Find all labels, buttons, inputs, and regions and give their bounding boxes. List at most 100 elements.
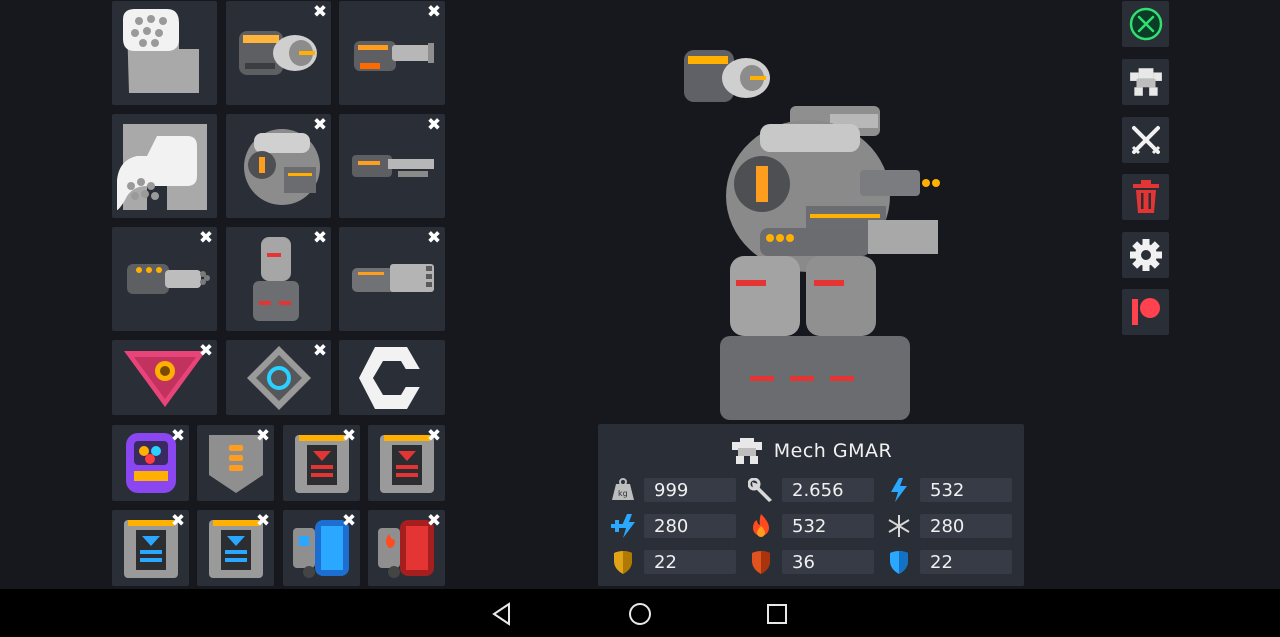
stat-heat-armor: 36	[746, 549, 874, 575]
heat-module-slot[interactable]: ✖	[368, 510, 445, 586]
mech-icon	[731, 438, 762, 464]
back-button[interactable]	[487, 599, 517, 629]
long-cannon-icon	[352, 155, 434, 177]
svg-text:kg: kg	[618, 489, 628, 498]
remove-item-button[interactable]: ✖	[169, 427, 187, 445]
remove-item-button[interactable]: ✖	[311, 116, 329, 134]
home-button[interactable]	[625, 599, 655, 629]
heavy-gun-icon	[354, 41, 434, 71]
patreon-icon	[1131, 298, 1160, 325]
gatling-slot[interactable]: ✖	[112, 227, 217, 331]
wrench-icon	[746, 477, 776, 503]
energy-icon	[884, 477, 914, 503]
stat-energy: 532	[884, 477, 1012, 503]
stat-physical-armor: 22	[608, 549, 736, 575]
mech-title: Mech GMAR	[598, 436, 1024, 466]
crossed-swords-icon	[1131, 126, 1160, 155]
home-circle-icon	[629, 603, 651, 625]
blue-armor-slot[interactable]: ✖	[197, 510, 274, 586]
heavy-gun-slot[interactable]: ✖	[339, 1, 445, 105]
left-arm-slot[interactable]	[112, 1, 217, 105]
recents-button[interactable]	[762, 599, 792, 629]
stat-weight: kg 999	[608, 477, 736, 503]
stat-freeze: 280	[884, 513, 1012, 539]
freeze-icon	[884, 513, 914, 539]
rotary-cannon-slot[interactable]: ✖	[226, 1, 331, 105]
energy-module-slot[interactable]: ✖	[283, 510, 360, 586]
right-arm-slot[interactable]	[112, 114, 217, 218]
stat-value: 999	[654, 480, 689, 501]
trash-icon	[1132, 180, 1159, 213]
remove-item-button[interactable]: ✖	[169, 512, 187, 530]
weapon-silhouette-icon	[116, 124, 207, 210]
weapons-button[interactable]	[1122, 117, 1169, 163]
mech-stats-panel: Mech GMAR kg 999 2.656 532 280 532 280 2…	[598, 424, 1024, 586]
long-cannon-slot[interactable]: ✖	[339, 114, 445, 218]
stat-energy-armor: 22	[884, 549, 1012, 575]
red-armor-slot[interactable]: ✖	[368, 425, 445, 501]
battery-slot[interactable]: ✖	[112, 425, 189, 501]
gear-icon	[1129, 239, 1162, 271]
stat-energy-regen: 280	[608, 513, 736, 539]
energy-regen-icon	[608, 513, 638, 539]
remove-item-button[interactable]: ✖	[425, 229, 443, 247]
blue-armor-slot[interactable]: ✖	[112, 510, 189, 586]
rocket-pod-icon	[352, 264, 434, 292]
hexagon-slot-icon	[359, 346, 427, 409]
armor-red-shield-icon	[746, 549, 776, 575]
weapon-silhouette-icon	[122, 9, 199, 93]
teleport-icon	[246, 345, 311, 410]
mech-select-button[interactable]	[1122, 59, 1169, 105]
armored-torso-icon	[243, 129, 320, 205]
grey-armor-slot[interactable]: ✖	[197, 425, 274, 501]
remove-item-button[interactable]: ✖	[340, 427, 358, 445]
legs-slot[interactable]: ✖	[226, 227, 331, 331]
remove-item-button[interactable]: ✖	[254, 427, 272, 445]
armor-blue-shield-icon	[884, 549, 914, 575]
stat-heat: 532	[746, 513, 874, 539]
back-triangle-icon	[492, 602, 510, 626]
stat-value: 2.656	[792, 480, 844, 501]
remove-item-button[interactable]: ✖	[311, 229, 329, 247]
battle-icon	[1129, 7, 1162, 41]
gatling-icon	[126, 264, 210, 294]
stat-value: 532	[930, 480, 965, 501]
remove-item-button[interactable]: ✖	[254, 512, 272, 530]
remove-item-button[interactable]: ✖	[425, 116, 443, 134]
remove-item-button[interactable]: ✖	[425, 3, 443, 21]
remove-item-button[interactable]: ✖	[425, 512, 443, 530]
remove-item-button[interactable]: ✖	[197, 229, 215, 247]
specials-slot[interactable]	[339, 340, 445, 415]
remove-item-button[interactable]: ✖	[311, 3, 329, 21]
stat-value: 36	[792, 552, 815, 573]
stat-value: 22	[654, 552, 677, 573]
mech-preview	[680, 36, 950, 420]
remove-item-button[interactable]: ✖	[340, 512, 358, 530]
rotary-cannon-icon	[238, 31, 317, 75]
weight-icon: kg	[608, 477, 638, 503]
mech-name: Mech GMAR	[773, 440, 893, 462]
fire-icon	[746, 513, 776, 539]
torso-slot[interactable]: ✖	[226, 114, 331, 218]
rocket-pod-slot[interactable]: ✖	[339, 227, 445, 331]
drone-slot[interactable]: ✖	[112, 340, 217, 415]
stat-value: 280	[654, 516, 689, 537]
mech-legs-icon	[252, 237, 299, 321]
remove-item-button[interactable]: ✖	[311, 342, 329, 360]
system-nav-bar	[0, 589, 1280, 637]
stat-complexity: 2.656	[746, 477, 874, 503]
stat-value: 532	[792, 516, 827, 537]
settings-button[interactable]	[1122, 232, 1169, 278]
delete-button[interactable]	[1122, 174, 1169, 220]
drone-icon	[123, 350, 206, 407]
red-armor-slot[interactable]: ✖	[283, 425, 360, 501]
battle-button[interactable]	[1122, 1, 1169, 47]
teleport-slot[interactable]: ✖	[226, 340, 331, 415]
mech-icon	[1129, 68, 1162, 96]
stat-value: 22	[930, 552, 953, 573]
remove-item-button[interactable]: ✖	[425, 427, 443, 445]
patreon-button[interactable]	[1122, 289, 1169, 335]
armor-yellow-shield-icon	[608, 549, 638, 575]
recents-square-icon	[767, 604, 787, 624]
remove-item-button[interactable]: ✖	[197, 342, 215, 360]
